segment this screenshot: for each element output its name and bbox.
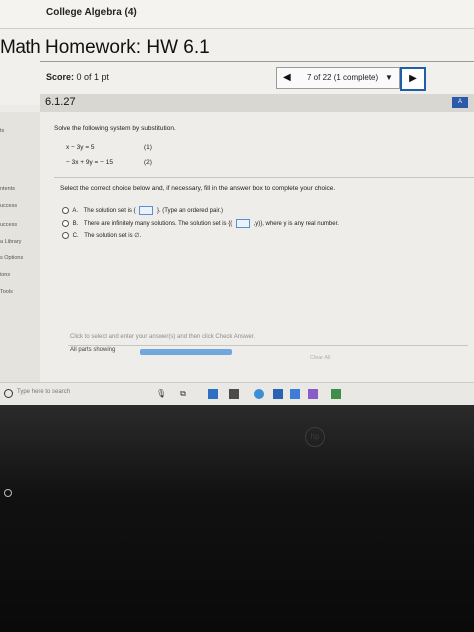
clear-all-button[interactable]: Clear All [310,355,330,361]
answer-box-b[interactable] [235,219,250,228]
option-b[interactable]: B. There are infinitely many solutions. … [62,219,339,228]
sidebar-item[interactable]: uccess [0,222,17,228]
sidebar-item[interactable]: uccess [0,203,17,209]
score-label: Score: [46,72,75,82]
page-title: Homework: HW 6.1 [45,37,210,58]
sidebar-item[interactable]: ntents [0,186,15,192]
cortana-icon[interactable] [4,389,13,398]
chrome-icon[interactable] [254,389,264,399]
divider [54,177,474,178]
hp-logo-icon: hp [305,427,325,447]
microphone-icon[interactable]: 🎙 [156,389,166,399]
instruction-text: Select the correct choice below and, if … [60,185,336,192]
question-navigator[interactable]: ◀ 7 of 22 (1 complete) ▼ [276,67,400,89]
radio-option-b[interactable] [62,220,69,227]
browser-screen: College Algebra (4) Math Homework: HW 6.… [0,0,474,405]
score-display: Score: 0 of 1 pt [46,72,109,82]
question-content: Solve the following system by substituti… [40,112,474,382]
laptop-bezel: hp [0,405,474,632]
camera-glare [4,489,12,497]
mail-icon[interactable] [290,389,300,399]
course-title[interactable]: College Algebra (4) [46,7,137,18]
option-a-letter: A. [72,208,79,215]
option-a-text-before: The solution set is { [83,208,136,215]
option-c-letter: C. [72,233,79,240]
top-bar: College Algebra (4) [0,0,474,29]
radio-option-a[interactable] [62,207,69,214]
help-me-solve-button[interactable]: A [452,97,468,108]
option-b-text-before: There are infinitely many solutions. The… [83,221,233,228]
option-c-text: The solution set is ∅. [84,233,142,240]
store-icon[interactable] [273,389,283,399]
question-bar: 6.1.27 A [40,94,474,113]
parts-progress-bar [140,349,232,355]
app-icon[interactable] [308,389,318,399]
option-c[interactable]: C. The solution set is ∅. [62,232,141,239]
answer-hint: Click to select and enter your answer(s)… [70,334,256,340]
score-value: 0 of 1 pt [76,72,110,82]
equation-1: x − 3y = 5 [66,144,95,151]
equation-1-tag: (1) [144,144,152,151]
option-a-text-after: }. (Type an ordered pair.) [156,208,223,215]
windows-taskbar: Type here to search 🎙 ⧉ [0,382,474,405]
file-explorer-icon[interactable] [229,389,239,399]
sidebar-item[interactable]: Tools [0,289,13,295]
sidebar: ts ntents uccess uccess a Library s Opti… [0,112,40,382]
header-divider [40,61,474,62]
option-a[interactable]: A. The solution set is { }. (Type an ord… [62,206,223,215]
equation-2-tag: (2) [144,159,152,166]
sidebar-item[interactable]: ions [0,272,10,278]
task-view-icon[interactable]: ⧉ [178,389,188,399]
question-progress[interactable]: 7 of 22 (1 complete) [307,73,378,82]
sidebar-item[interactable]: ts [0,128,4,134]
brand-logo: Math [0,37,41,58]
question-prompt: Solve the following system by substituti… [54,125,176,132]
sidebar-item[interactable]: s Options [0,255,23,261]
next-question-button[interactable]: ▶ [400,67,426,91]
sidebar-item[interactable]: a Library [0,239,21,245]
divider [68,345,468,346]
previous-question-button[interactable]: ◀ [283,72,291,83]
option-b-letter: B. [72,221,79,228]
answer-box-a[interactable] [139,206,154,215]
all-parts-showing-label: All parts showing [70,347,116,353]
equation-2: − 3x + 9y = − 15 [66,159,113,166]
taskbar-search-input[interactable]: Type here to search [17,389,70,395]
app-icon[interactable] [331,389,341,399]
edge-icon[interactable] [208,389,218,399]
option-b-text-after: ,y)}, where y is any real number. [253,221,339,228]
chevron-down-icon[interactable]: ▼ [385,73,393,82]
radio-option-c[interactable] [62,232,69,239]
question-number: 6.1.27 [45,96,76,108]
